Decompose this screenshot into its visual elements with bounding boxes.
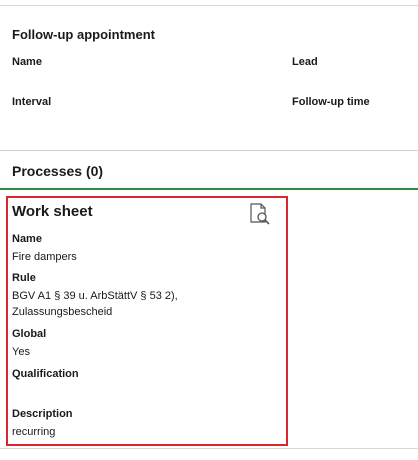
work-sheet-title: Work sheet bbox=[12, 203, 93, 220]
ws-qualification-label: Qualification bbox=[12, 368, 79, 380]
ws-global-label: Global bbox=[12, 328, 47, 340]
top-divider bbox=[0, 5, 418, 6]
document-search-icon[interactable] bbox=[248, 202, 272, 226]
ws-description-value: recurring bbox=[12, 426, 56, 438]
processes-title[interactable]: Processes (0) bbox=[12, 163, 103, 179]
followup-lead-label: Lead bbox=[292, 56, 318, 68]
ws-rule-value-line1: BGV A1 § 39 u. ArbStättV § 53 2), bbox=[12, 290, 178, 302]
followup-name-label: Name bbox=[12, 56, 42, 68]
processes-underline bbox=[0, 188, 418, 190]
section-divider bbox=[0, 150, 418, 151]
ws-rule-label: Rule bbox=[12, 272, 36, 284]
ws-name-label: Name bbox=[12, 233, 42, 245]
work-sheet-card[interactable]: Work sheet Name Fire dampers Rule BGV A1… bbox=[6, 196, 288, 446]
followup-time-label: Follow-up time bbox=[292, 96, 370, 108]
followup-interval-label: Interval bbox=[12, 96, 52, 108]
followup-title: Follow-up appointment bbox=[12, 27, 155, 42]
ws-name-value: Fire dampers bbox=[12, 251, 77, 263]
bottom-divider bbox=[0, 448, 418, 449]
ws-global-value: Yes bbox=[12, 346, 30, 358]
ws-rule-value-line2: Zulassungsbescheid bbox=[12, 306, 113, 318]
ws-description-label: Description bbox=[12, 408, 73, 420]
